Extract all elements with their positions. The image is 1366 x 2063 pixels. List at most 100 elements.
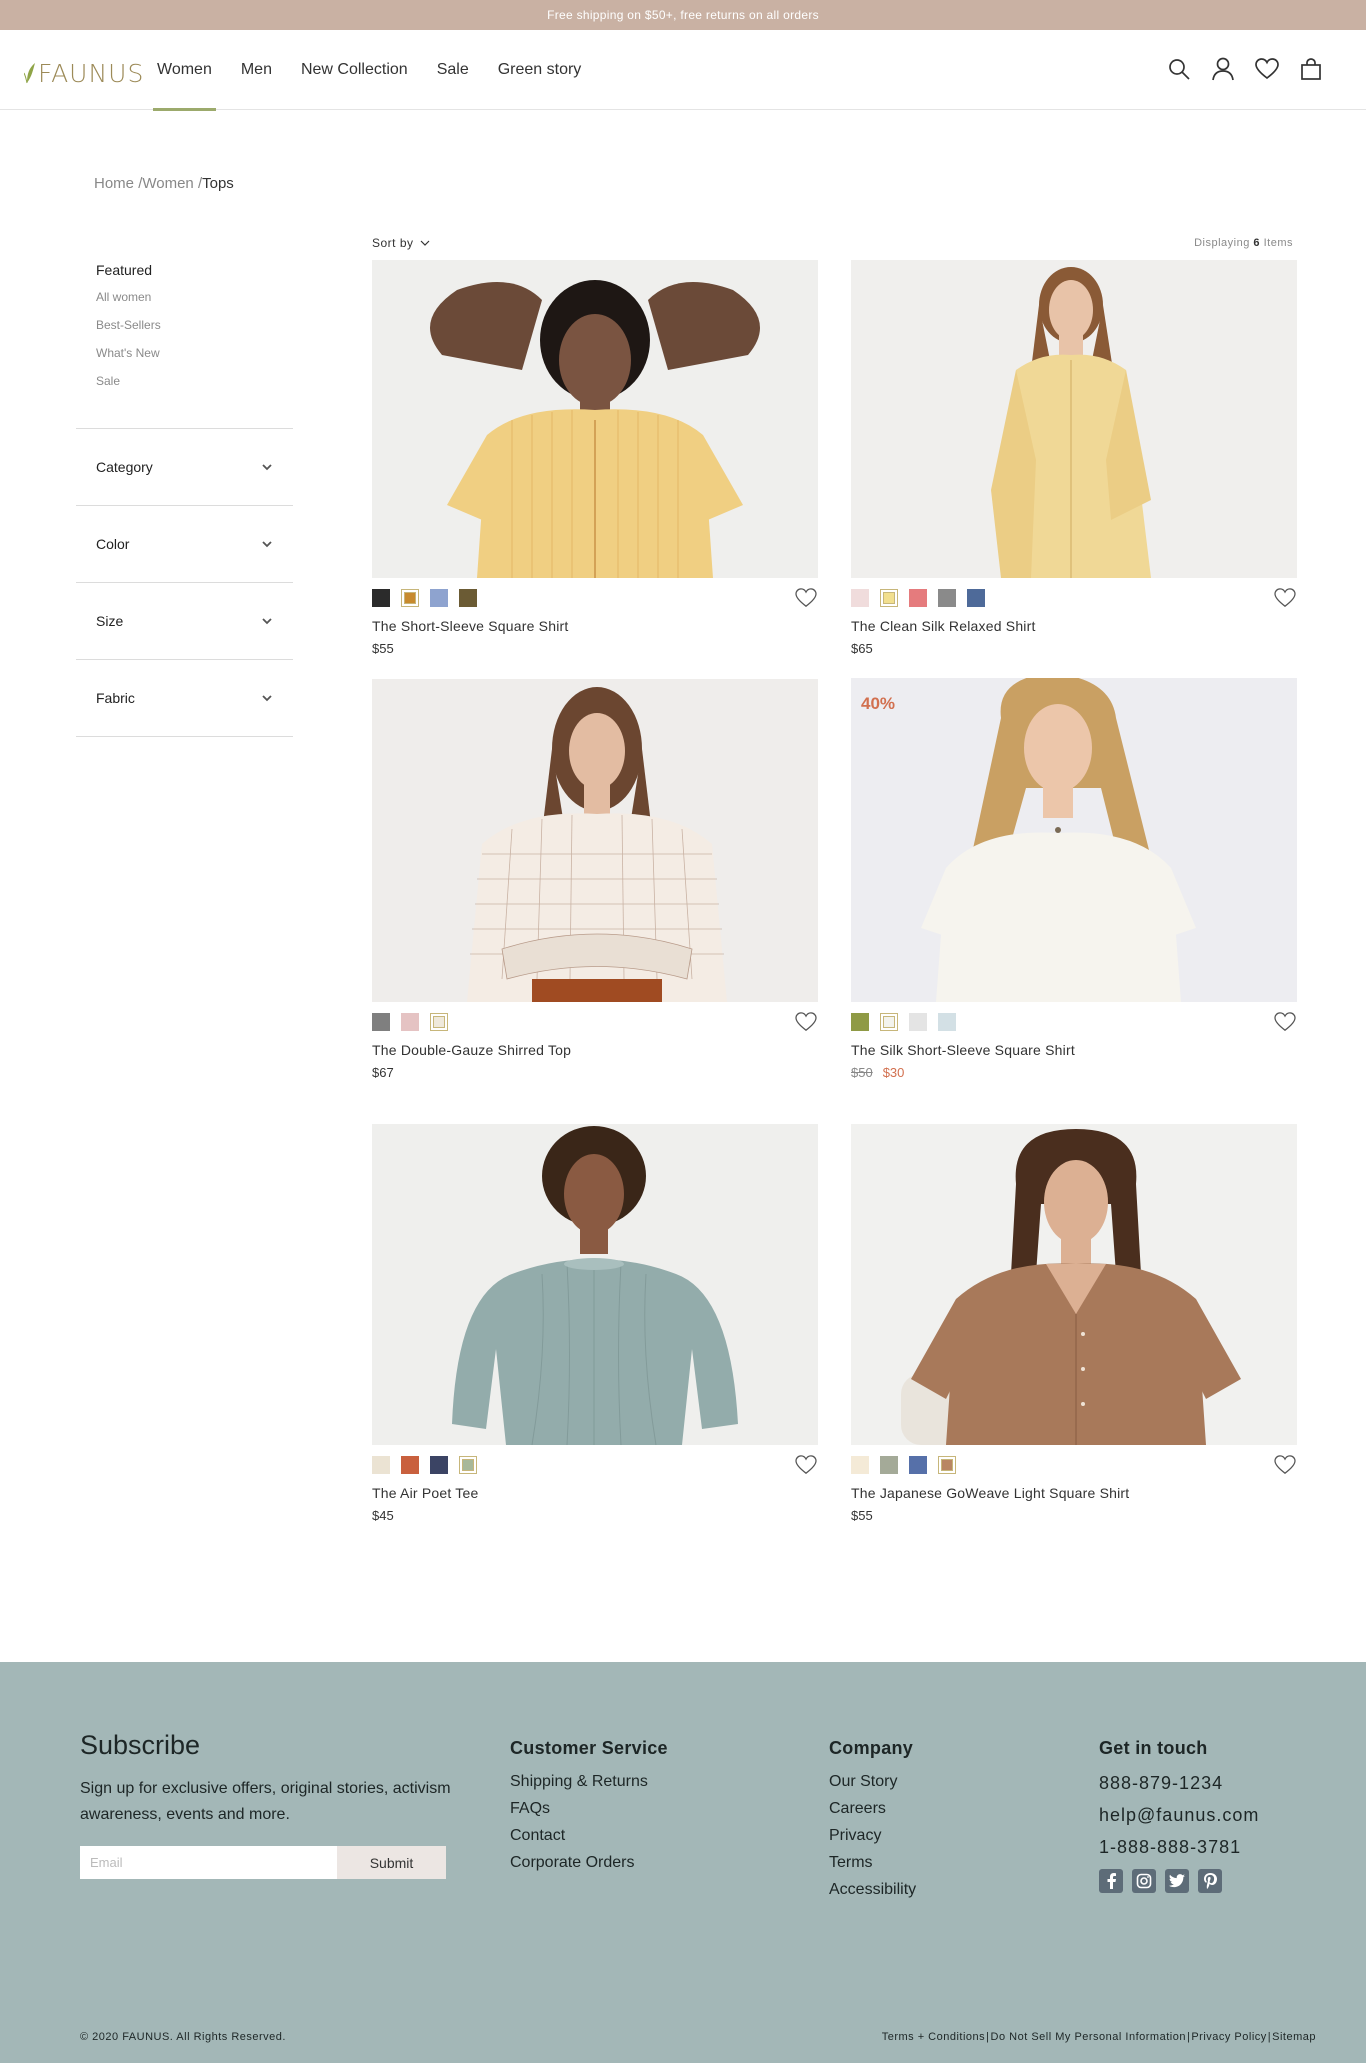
wishlist-heart-icon[interactable] xyxy=(1273,1011,1297,1033)
item-count: Displaying 6 Items xyxy=(1194,237,1293,249)
email-input[interactable] xyxy=(80,1846,337,1879)
wishlist-heart-icon[interactable] xyxy=(794,587,818,609)
product-options xyxy=(851,1012,1297,1032)
nav-green-story[interactable]: Green story xyxy=(494,30,586,110)
footer-link-accessibility[interactable]: Accessibility xyxy=(829,1881,916,1899)
color-swatch[interactable] xyxy=(401,589,419,607)
color-swatch[interactable] xyxy=(967,589,985,607)
contact-phone-tollfree[interactable]: 1-888-888-3781 xyxy=(1099,1837,1259,1858)
color-swatch[interactable] xyxy=(430,1013,448,1031)
filter-list: Category Color Size Fabric xyxy=(76,428,293,737)
color-swatches xyxy=(372,589,477,607)
featured-link-sale[interactable]: Sale xyxy=(96,374,293,388)
product-name[interactable]: The Double-Gauze Shirred Top xyxy=(372,1042,818,1058)
chevron-down-icon xyxy=(261,692,273,704)
legal-link-privacy-policy[interactable]: Privacy Policy xyxy=(1191,2031,1266,2043)
footer-link-our-story[interactable]: Our Story xyxy=(829,1773,916,1791)
color-swatch[interactable] xyxy=(372,589,390,607)
footer-link-contact[interactable]: Contact xyxy=(510,1827,668,1845)
filter-label: Color xyxy=(96,536,130,552)
color-swatch[interactable] xyxy=(401,1456,419,1474)
search-icon[interactable] xyxy=(1166,56,1192,82)
sort-by-dropdown[interactable]: Sort by xyxy=(372,236,430,250)
color-swatch[interactable] xyxy=(372,1013,390,1031)
wishlist-heart-icon[interactable] xyxy=(794,1011,818,1033)
product-image[interactable]: 40% xyxy=(851,678,1297,1002)
filter-fabric[interactable]: Fabric xyxy=(76,660,293,737)
color-swatch[interactable] xyxy=(851,1456,869,1474)
legal-link-sitemap[interactable]: Sitemap xyxy=(1272,2031,1316,2043)
product-name[interactable]: The Air Poet Tee xyxy=(372,1485,818,1501)
column-title: Customer Service xyxy=(510,1738,668,1758)
breadcrumb-home[interactable]: Home xyxy=(94,175,134,192)
color-swatch[interactable] xyxy=(909,1013,927,1031)
nav-label: New Collection xyxy=(300,61,408,78)
product-image[interactable] xyxy=(851,260,1297,578)
color-swatch[interactable] xyxy=(880,1456,898,1474)
product-image[interactable] xyxy=(372,1124,818,1445)
product-name[interactable]: The Silk Short-Sleeve Square Shirt xyxy=(851,1042,1297,1058)
filter-category[interactable]: Category xyxy=(76,429,293,506)
facebook-icon[interactable] xyxy=(1099,1869,1123,1893)
filter-color[interactable]: Color xyxy=(76,506,293,583)
wishlist-heart-icon[interactable] xyxy=(794,1454,818,1476)
color-swatch[interactable] xyxy=(938,1456,956,1474)
color-swatch[interactable] xyxy=(459,1456,477,1474)
column-title: Get in touch xyxy=(1099,1738,1208,1758)
product-price: $50 $30 xyxy=(851,1065,1297,1080)
footer-link-shipping-returns[interactable]: Shipping & Returns xyxy=(510,1773,668,1791)
subscribe-title: Subscribe xyxy=(80,1730,201,1760)
nav-sale[interactable]: Sale xyxy=(433,30,473,110)
product-image[interactable] xyxy=(372,679,818,1002)
featured-link-best-sellers[interactable]: Best-Sellers xyxy=(96,318,293,332)
footer-link-privacy[interactable]: Privacy xyxy=(829,1827,916,1845)
nav-women[interactable]: Women xyxy=(153,30,216,111)
product-name[interactable]: The Japanese GoWeave Light Square Shirt xyxy=(851,1485,1297,1501)
shopping-bag-icon[interactable] xyxy=(1298,56,1324,82)
color-swatches xyxy=(372,1456,477,1474)
color-swatch[interactable] xyxy=(430,589,448,607)
wishlist-heart-icon[interactable] xyxy=(1273,1454,1297,1476)
color-swatch[interactable] xyxy=(430,1456,448,1474)
legal-separator: | xyxy=(1186,2031,1191,2043)
footer-link-corporate-orders[interactable]: Corporate Orders xyxy=(510,1854,668,1872)
footer-link-terms[interactable]: Terms xyxy=(829,1854,916,1872)
wishlist-heart-icon[interactable] xyxy=(1273,587,1297,609)
color-swatch[interactable] xyxy=(401,1013,419,1031)
featured-link-whats-new[interactable]: What's New xyxy=(96,346,293,360)
footer-link-faqs[interactable]: FAQs xyxy=(510,1800,668,1818)
heart-icon[interactable] xyxy=(1254,56,1280,82)
product-name[interactable]: The Short-Sleeve Square Shirt xyxy=(372,618,818,634)
pinterest-icon[interactable] xyxy=(1198,1869,1222,1893)
twitter-icon[interactable] xyxy=(1165,1869,1189,1893)
product-image[interactable] xyxy=(372,260,818,578)
submit-button[interactable]: Submit xyxy=(337,1846,446,1879)
color-swatch[interactable] xyxy=(880,1013,898,1031)
color-swatch[interactable] xyxy=(851,589,869,607)
footer-link-careers[interactable]: Careers xyxy=(829,1800,916,1818)
filter-size[interactable]: Size xyxy=(76,583,293,660)
color-swatch[interactable] xyxy=(909,589,927,607)
color-swatch[interactable] xyxy=(459,589,477,607)
color-swatch[interactable] xyxy=(372,1456,390,1474)
color-swatch[interactable] xyxy=(938,1013,956,1031)
legal-link-terms[interactable]: Terms + Conditions xyxy=(882,2031,985,2043)
brand-logo[interactable]: FAUNUS xyxy=(24,59,144,88)
color-swatch[interactable] xyxy=(938,589,956,607)
color-swatch[interactable] xyxy=(880,589,898,607)
product-name[interactable]: The Clean Silk Relaxed Shirt xyxy=(851,618,1297,634)
user-icon[interactable] xyxy=(1210,56,1236,82)
price: $65 xyxy=(851,641,873,656)
contact-email[interactable]: help@faunus.com xyxy=(1099,1805,1259,1826)
color-swatch[interactable] xyxy=(851,1013,869,1031)
nav-men[interactable]: Men xyxy=(237,30,276,110)
featured-link-all-women[interactable]: All women xyxy=(96,290,293,304)
product-image[interactable] xyxy=(851,1124,1297,1445)
breadcrumb-women[interactable]: Women xyxy=(142,175,193,192)
discount-badge: 40% xyxy=(861,694,896,713)
instagram-icon[interactable] xyxy=(1132,1869,1156,1893)
contact-phone[interactable]: 888-879-1234 xyxy=(1099,1773,1259,1794)
nav-new-collection[interactable]: New Collection xyxy=(297,30,412,110)
color-swatch[interactable] xyxy=(909,1456,927,1474)
legal-link-do-not-sell[interactable]: Do Not Sell My Personal Information xyxy=(991,2031,1186,2043)
